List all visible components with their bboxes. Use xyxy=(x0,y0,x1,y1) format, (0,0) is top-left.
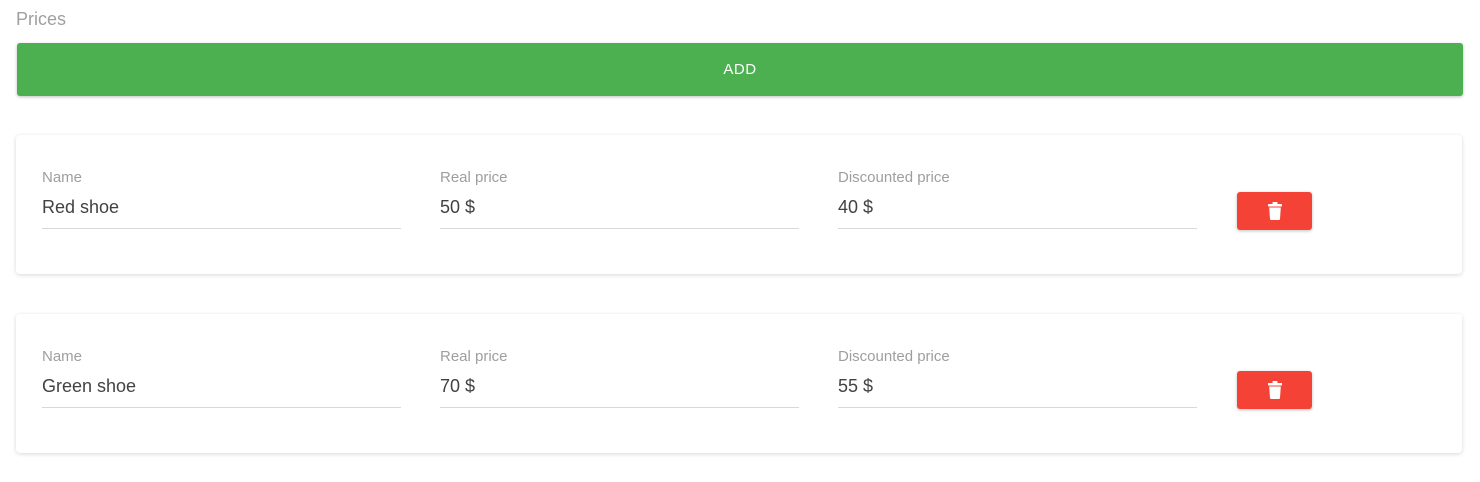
add-button[interactable]: ADD xyxy=(17,43,1463,96)
discounted-price-field: Discounted price xyxy=(838,348,1197,408)
name-field: Name xyxy=(42,348,401,408)
real-price-input[interactable] xyxy=(440,375,799,408)
discounted-price-input[interactable] xyxy=(838,196,1197,229)
prices-page: Prices ADD Name Real price Discounted pr… xyxy=(0,0,1480,482)
discounted-price-label: Discounted price xyxy=(838,348,950,365)
price-card: Name Real price Discounted price xyxy=(16,314,1462,453)
name-label: Name xyxy=(42,348,83,365)
discounted-price-field: Discounted price xyxy=(838,169,1197,229)
real-price-field: Real price xyxy=(440,348,799,408)
trash-icon xyxy=(1267,381,1282,399)
discounted-price-input[interactable] xyxy=(838,375,1197,408)
price-card: Name Real price Discounted price xyxy=(16,135,1462,274)
real-price-input[interactable] xyxy=(440,196,799,229)
name-input[interactable] xyxy=(42,375,401,408)
real-price-label: Real price xyxy=(440,348,508,365)
name-field: Name xyxy=(42,169,401,229)
name-input[interactable] xyxy=(42,196,401,229)
trash-icon xyxy=(1267,202,1282,220)
delete-button[interactable] xyxy=(1237,371,1312,409)
discounted-price-label: Discounted price xyxy=(838,169,950,186)
delete-button[interactable] xyxy=(1237,192,1312,230)
section-title: Prices xyxy=(16,9,67,29)
name-label: Name xyxy=(42,169,83,186)
real-price-field: Real price xyxy=(440,169,799,229)
real-price-label: Real price xyxy=(440,169,508,186)
